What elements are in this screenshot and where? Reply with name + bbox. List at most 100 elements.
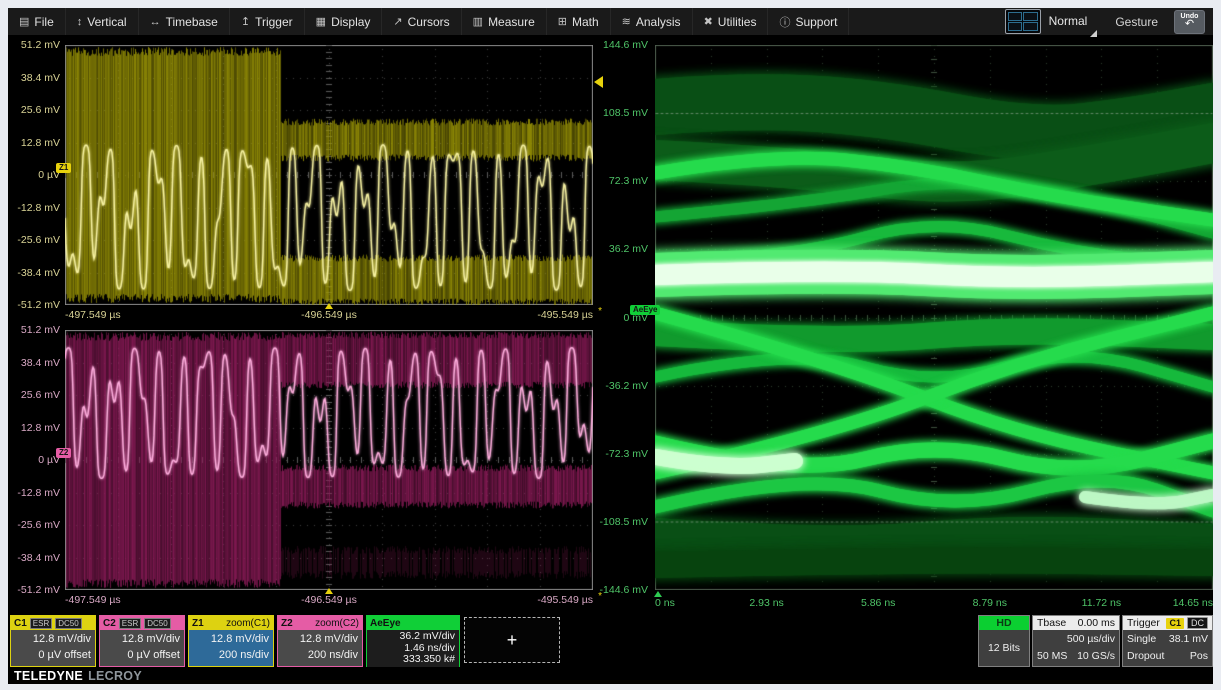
eye-voltage-axis-label: 144.6 mV [603,39,648,51]
descriptor-body: 12.8 mV/div0 µV offset [11,630,95,666]
trigger-box[interactable]: Trigger C1 DC Single 38.1 mV Dropout Pos [1122,615,1213,667]
menu-item-label: Timebase [166,15,218,29]
descriptor-title: AeEye [370,618,401,629]
z2-time-axis-label: -496.549 µs [301,594,357,606]
menu-item-support[interactable]: ⓘ Support [768,8,849,35]
z1-voltage-axis-label: -51.2 mV [17,299,60,311]
display-mode-button[interactable]: Normal [1003,8,1100,37]
file-icon: ▤ [19,15,29,28]
menu-item-analysis[interactable]: ≋ Analysis [611,8,693,35]
vendor-logo: TELEDYNELECROY [14,669,142,683]
support-icon: ⓘ [779,14,790,30]
display-mode-label: Normal [1049,14,1088,28]
add-trace-button[interactable]: + [464,617,560,663]
utilities-icon: ✖ [704,15,713,28]
descriptor-c1[interactable]: C1ESRDC5012.8 mV/div0 µV offset [10,615,96,667]
descriptor-title: C1 [14,618,27,629]
grid-layout-icon [1005,9,1041,34]
descriptor-subtitle: zoom(C1) [226,618,270,629]
descriptor-z2[interactable]: Z2zoom(C2)12.8 mV/div200 ns/div [277,615,363,667]
menu-item-display[interactable]: ▦Display [305,8,383,35]
z1-time-axis-label: -497.549 µs [65,309,121,321]
descriptor-line: 12.8 mV/div [193,631,269,647]
menu-item-label: Cursors [408,15,450,29]
z2-voltage-axis-label: -38.4 mV [17,552,60,564]
menubar-right: Normal Gesture Undo ↶ [1003,8,1213,37]
trigger-level: 38.1 mV [1169,631,1208,648]
z1-voltage-axis-label: -38.4 mV [17,267,60,279]
descriptor-z1[interactable]: Z1zoom(C1)12.8 mV/div200 ns/div [188,615,274,667]
timebase-samplerate: 10 GS/s [1077,648,1115,665]
eye-time-axis-label: 8.79 ns [973,597,1007,609]
z2-time-axis: * -497.549 µs-496.549 µs-495.549 µs [65,592,593,606]
undo-button[interactable]: Undo ↶ [1174,10,1205,34]
menu-item-cursors[interactable]: ↗ Cursors [382,8,461,35]
descriptor-title: C2 [103,618,116,629]
menu-item-label: Trigger [255,15,293,29]
timebase-body: 500 µs/div 50 MS 10 GS/s [1033,630,1119,666]
trigger-level-marker[interactable] [594,76,603,88]
eye-voltage-axis-label: 72.3 mV [609,175,648,187]
descriptor-line: 36.2 mV/div [371,631,455,643]
cursors-icon: ↗ [393,15,402,28]
descriptor-c2[interactable]: C2ESRDC5012.8 mV/div0 µV offset [99,615,185,667]
menu-item-math[interactable]: ⊞Math [547,8,611,35]
eye-voltage-axis-label: -144.6 mV [600,584,648,596]
z2-waveform-grid[interactable] [65,330,593,590]
eye-time-axis-label: 14.65 ns [1173,597,1213,609]
menu-item-timebase[interactable]: ↔ Timebase [139,8,230,35]
hd-bits-label: 12 Bits [979,630,1029,666]
undo-arrow-icon: ↶ [1185,19,1194,30]
menu-list: ▤File↕Vertical↔Timebase↥Trigger▦Display↗… [8,8,849,35]
menu-item-measure[interactable]: ▥Measure [462,8,547,35]
z2-time-axis-label: -497.549 µs [65,594,121,606]
menu-item-label: Support [795,15,837,29]
measure-icon: ▥ [473,15,483,28]
eye-time-axis-label: 2.93 ns [749,597,783,609]
timebase-label: Tbase [1037,617,1066,629]
math-icon: ⊞ [558,15,567,28]
eye-offset-indicator[interactable]: AeEye [630,305,660,315]
eye-time-axis-label: 0 ns [655,597,675,609]
z1-offset-indicator[interactable]: Z1 [56,163,71,173]
timebase-box[interactable]: Tbase 0.00 ms 500 µs/div 50 MS 10 GS/s [1032,615,1120,667]
descriptor-line: 12.8 mV/div [15,631,91,647]
trigger-label: Trigger [1127,617,1160,629]
menu-item-vertical[interactable]: ↕Vertical [66,8,139,35]
z2-offset-indicator[interactable]: Z2 [56,448,71,458]
z2-voltage-axis-label: 12.8 mV [21,422,60,434]
trigger-slope: Pos [1190,648,1208,665]
trigger-body: Single 38.1 mV Dropout Pos [1123,630,1212,666]
eye-diagram-grid[interactable] [655,45,1213,590]
z2-voltage-axis: 51.2 mV38.4 mV25.6 mV12.8 mV0 µV-12.8 mV… [8,330,62,590]
menu-item-utilities[interactable]: ✖ Utilities [693,8,769,35]
descriptor-line: 12.8 mV/div [282,631,358,647]
z2-voltage-axis-label: 38.4 mV [21,357,60,369]
timebase-icon: ↔ [150,16,161,28]
display-icon: ▦ [316,15,326,28]
z1-voltage-axis-label: 38.4 mV [21,72,60,84]
descriptor-aeeye[interactable]: AeEye36.2 mV/div1.46 ns/div333.350 k# [366,615,460,667]
trigger-icon: ↥ [241,15,250,28]
timebase-samples: 50 MS [1037,648,1067,665]
descriptor-title: Z1 [192,618,204,629]
analysis-icon: ≋ [622,15,631,28]
descriptor-row: C1ESRDC5012.8 mV/div0 µV offsetC2ESRDC50… [10,615,460,667]
descriptor-line: 200 ns/div [193,647,269,663]
coupling-badge: ESR [119,618,141,629]
z1-waveform-grid[interactable] [65,45,593,305]
menu-item-label: Analysis [636,15,681,29]
descriptor-body: 12.8 mV/div200 ns/div [189,630,273,666]
menu-item-label: Utilities [718,15,757,29]
eye-voltage-axis-label: -36.2 mV [605,380,648,392]
menu-item-label: File [34,15,53,29]
menu-item-file[interactable]: ▤ File [8,8,66,35]
gesture-button[interactable]: Gesture [1115,15,1158,29]
logo-brand: TELEDYNE [14,669,83,683]
eye-voltage-axis: 144.6 mV108.5 mV72.3 mV36.2 mV0 mV-36.2 … [598,45,650,590]
descriptor-body: 36.2 mV/div1.46 ns/div333.350 k# [367,630,459,667]
menu-item-trigger[interactable]: ↥ Trigger [230,8,305,35]
descriptor-header: AeEye [367,616,459,630]
acquisition-hd-box[interactable]: HD 12 Bits [978,615,1030,667]
trigger-header: Trigger C1 DC [1123,616,1212,630]
